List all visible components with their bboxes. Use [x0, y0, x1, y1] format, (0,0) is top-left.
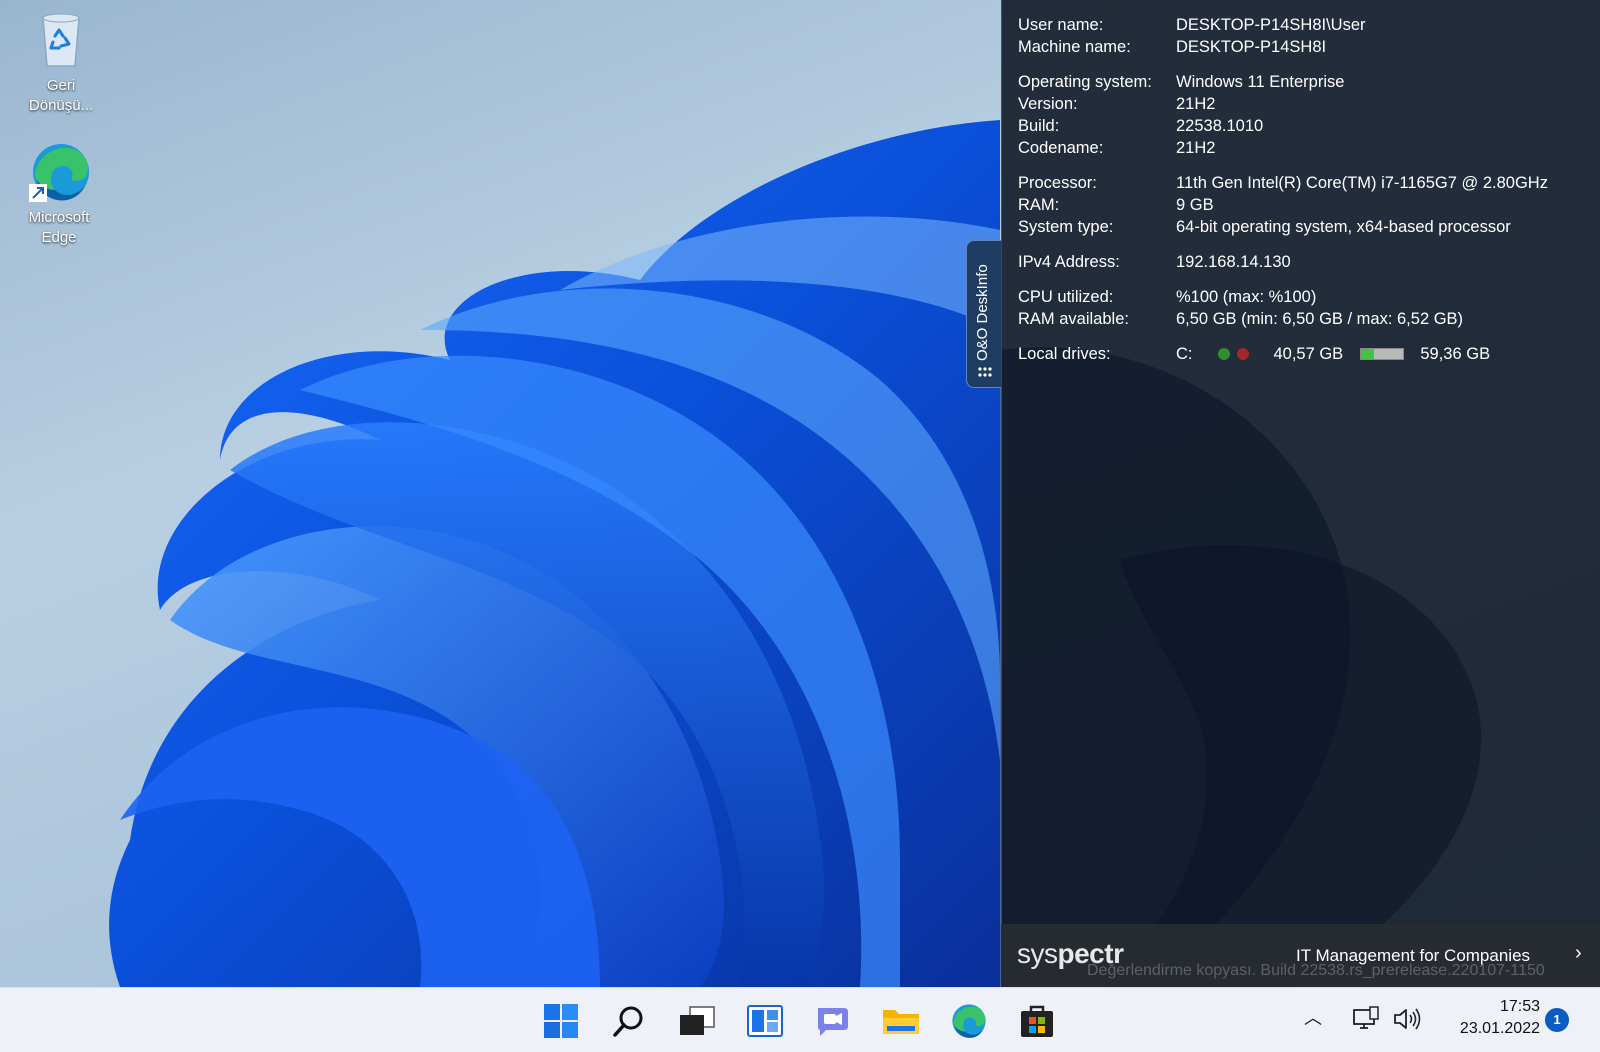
store-button[interactable]: [1014, 998, 1060, 1044]
info-key: CPU utilized:: [1018, 288, 1114, 306]
info-row-version: Version: 21H2: [1018, 93, 1598, 115]
search-icon: [613, 1006, 643, 1037]
info-key: Codename:: [1018, 139, 1104, 157]
info-row-os: Operating system: Windows 11 Enterprise: [1018, 71, 1598, 93]
info-row-ram-available: RAM available: 6,50 GB (min: 6,50 GB / m…: [1018, 308, 1598, 330]
search-button[interactable]: [606, 998, 652, 1044]
file-explorer-icon: [883, 1010, 919, 1034]
edge-icon: [952, 1004, 986, 1038]
start-icon: [544, 1004, 578, 1038]
info-key: Version:: [1018, 95, 1078, 113]
desktop-icon-edge[interactable]: Microsoft Edge: [9, 140, 109, 248]
info-value: 6,50 GB (min: 6,50 GB / max: 6,52 GB): [1176, 310, 1464, 328]
info-key: Operating system:: [1018, 73, 1152, 91]
info-row-codename: Codename: 21H2: [1018, 137, 1598, 159]
deskinfo-panel: User name: DESKTOP-P14SH8I\User Machine …: [1001, 0, 1600, 987]
info-key: System type:: [1018, 218, 1114, 236]
desktop-icon-label: Microsoft: [28, 209, 90, 226]
info-row-user-name: User name: DESKTOP-P14SH8I\User: [1018, 14, 1598, 36]
chat-button[interactable]: [810, 998, 856, 1044]
syspectr-banner[interactable]: syspectr Değerlendirme kopyası. Build 22…: [1001, 924, 1600, 987]
drive-status-red-icon: [1237, 348, 1250, 360]
taskbar-clock[interactable]: 17:53 23.01.2022: [1440, 996, 1540, 1040]
info-key: Build:: [1018, 117, 1060, 135]
store-icon: [1021, 1005, 1053, 1037]
taskbar: ︿ 17:53 23.01.2022 1: [0, 987, 1600, 1052]
widgets-button[interactable]: [742, 998, 788, 1044]
info-row-local-drives: Local drives: C: 40,57 GB 59,36 GB: [1018, 343, 1598, 365]
edge-taskbar-button[interactable]: [946, 998, 992, 1044]
desktop-icon-label: Geri: [46, 77, 76, 94]
info-value: DESKTOP-P14SH8I: [1176, 38, 1327, 56]
chevron-right-icon[interactable]: ›: [1575, 942, 1582, 965]
info-key: Machine name:: [1018, 38, 1131, 56]
info-value: 21H2: [1176, 95, 1216, 113]
start-button[interactable]: [538, 998, 584, 1044]
info-value: 64-bit operating system, x64-based proce…: [1176, 218, 1511, 236]
drive-total-space: 59,36 GB: [1420, 345, 1491, 363]
drive-usage-bar: [1359, 348, 1404, 360]
desktop-icon-label: Edge: [41, 229, 77, 246]
info-key: RAM:: [1018, 196, 1060, 214]
info-row-cpu: CPU utilized: %100 (max: %100): [1018, 286, 1598, 308]
network-icon[interactable]: [1352, 1006, 1380, 1037]
task-view-icon: [680, 1006, 715, 1035]
desktop-icon-label: Dönüşü...: [28, 97, 94, 114]
volume-icon[interactable]: [1392, 1006, 1422, 1037]
clock-date: 23.01.2022: [1459, 1020, 1540, 1037]
widgets-icon: [747, 1005, 783, 1037]
clock-time: 17:53: [1499, 998, 1540, 1015]
task-view-button[interactable]: [674, 998, 720, 1044]
drive-status-green-icon: [1217, 348, 1230, 360]
info-value: %100 (max: %100): [1176, 288, 1317, 306]
chat-icon: [818, 1008, 848, 1036]
drive-free-space: 40,57 GB: [1273, 345, 1344, 363]
edge-icon: [27, 140, 91, 204]
info-row-build: Build: 22538.1010: [1018, 115, 1598, 137]
drive-entry: C: 40,57 GB 59,36 GB: [1176, 343, 1490, 365]
info-value: 21H2: [1176, 139, 1216, 157]
drive-usage-fill: [1360, 349, 1375, 359]
info-row-system-type: System type: 64-bit operating system, x6…: [1018, 216, 1598, 238]
info-value: 22538.1010: [1176, 117, 1264, 135]
info-value: 11th Gen Intel(R) Core(TM) i7-1165G7 @ 2…: [1176, 174, 1548, 192]
drive-letter: C:: [1176, 345, 1193, 363]
info-value: DESKTOP-P14SH8I\User: [1176, 16, 1366, 34]
info-key: IPv4 Address:: [1018, 253, 1120, 271]
syspectr-tagline[interactable]: IT Management for Companies: [1296, 946, 1530, 966]
info-key: RAM available:: [1018, 310, 1129, 328]
info-value: 192.168.14.130: [1176, 253, 1291, 271]
info-value: Windows 11 Enterprise: [1176, 73, 1345, 91]
info-row-ram: RAM: 9 GB: [1018, 194, 1598, 216]
deskinfo-tab[interactable]: O&O DeskInfo: [966, 240, 1002, 388]
info-row-ipv4: IPv4 Address: 192.168.14.130: [1018, 251, 1598, 273]
info-row-processor: Processor: 11th Gen Intel(R) Core(TM) i7…: [1018, 172, 1598, 194]
info-row-machine-name: Machine name: DESKTOP-P14SH8I: [1018, 36, 1598, 58]
info-key: Processor:: [1018, 174, 1097, 192]
deskinfo-tab-label: O&O DeskInfo: [974, 264, 991, 361]
grid-icon: [978, 367, 992, 377]
info-key: User name:: [1018, 16, 1104, 34]
info-value: 9 GB: [1176, 196, 1214, 214]
file-explorer-button[interactable]: [878, 998, 924, 1044]
chevron-up-icon[interactable]: ︿: [1304, 1004, 1322, 1030]
recycle-bin-icon: [29, 8, 93, 72]
info-key: Local drives:: [1018, 345, 1111, 363]
notification-badge[interactable]: 1: [1545, 1008, 1569, 1032]
desktop-icon-recycle-bin[interactable]: Geri Dönüşü...: [11, 8, 111, 116]
